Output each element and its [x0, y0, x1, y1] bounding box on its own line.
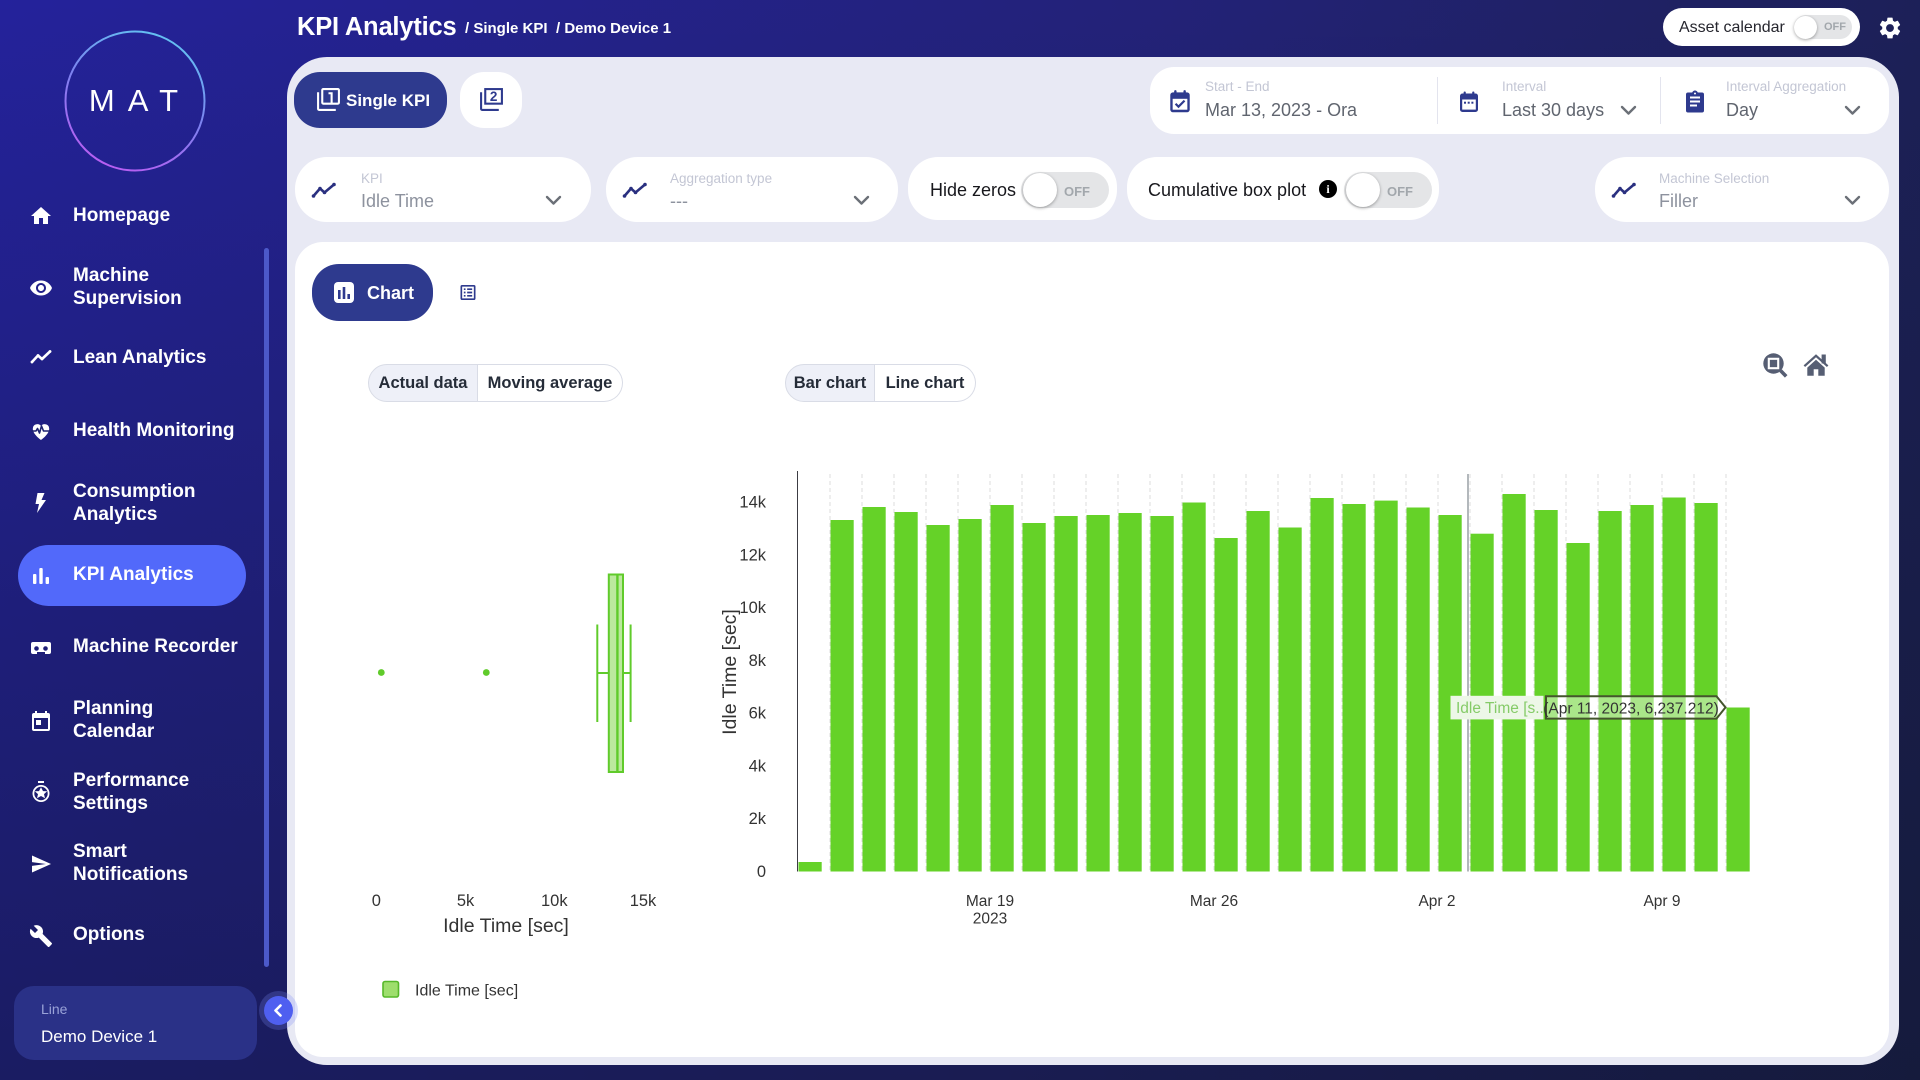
svg-text:5k: 5k: [457, 892, 475, 910]
svg-text:Apr 2: Apr 2: [1418, 893, 1455, 910]
svg-text:6k: 6k: [749, 705, 767, 723]
svg-text:Idle Time [sec]: Idle Time [sec]: [415, 983, 518, 1000]
svg-text:Idle Time [sec]: Idle Time [sec]: [719, 609, 741, 735]
svg-text:10k: 10k: [541, 892, 568, 910]
svg-text:2023: 2023: [973, 911, 1007, 928]
svg-text:10k: 10k: [739, 599, 766, 617]
svg-text:Idle Time [s...: Idle Time [s...: [1456, 700, 1548, 717]
svg-text:2k: 2k: [749, 810, 767, 828]
svg-text:0: 0: [757, 863, 766, 881]
svg-text:Idle Time [sec]: Idle Time [sec]: [443, 915, 569, 937]
svg-text:4k: 4k: [749, 757, 767, 775]
svg-text:Mar 26: Mar 26: [1190, 893, 1238, 910]
svg-text:12k: 12k: [739, 546, 766, 564]
svg-text:8k: 8k: [749, 652, 767, 670]
svg-text:0: 0: [372, 892, 381, 910]
svg-text:Mar 19: Mar 19: [966, 893, 1014, 910]
svg-text:(Apr 11, 2023, 6,237.212): (Apr 11, 2023, 6,237.212): [1543, 701, 1719, 718]
svg-text:14k: 14k: [739, 494, 766, 512]
svg-text:Apr 9: Apr 9: [1643, 893, 1680, 910]
svg-text:15k: 15k: [630, 892, 657, 910]
